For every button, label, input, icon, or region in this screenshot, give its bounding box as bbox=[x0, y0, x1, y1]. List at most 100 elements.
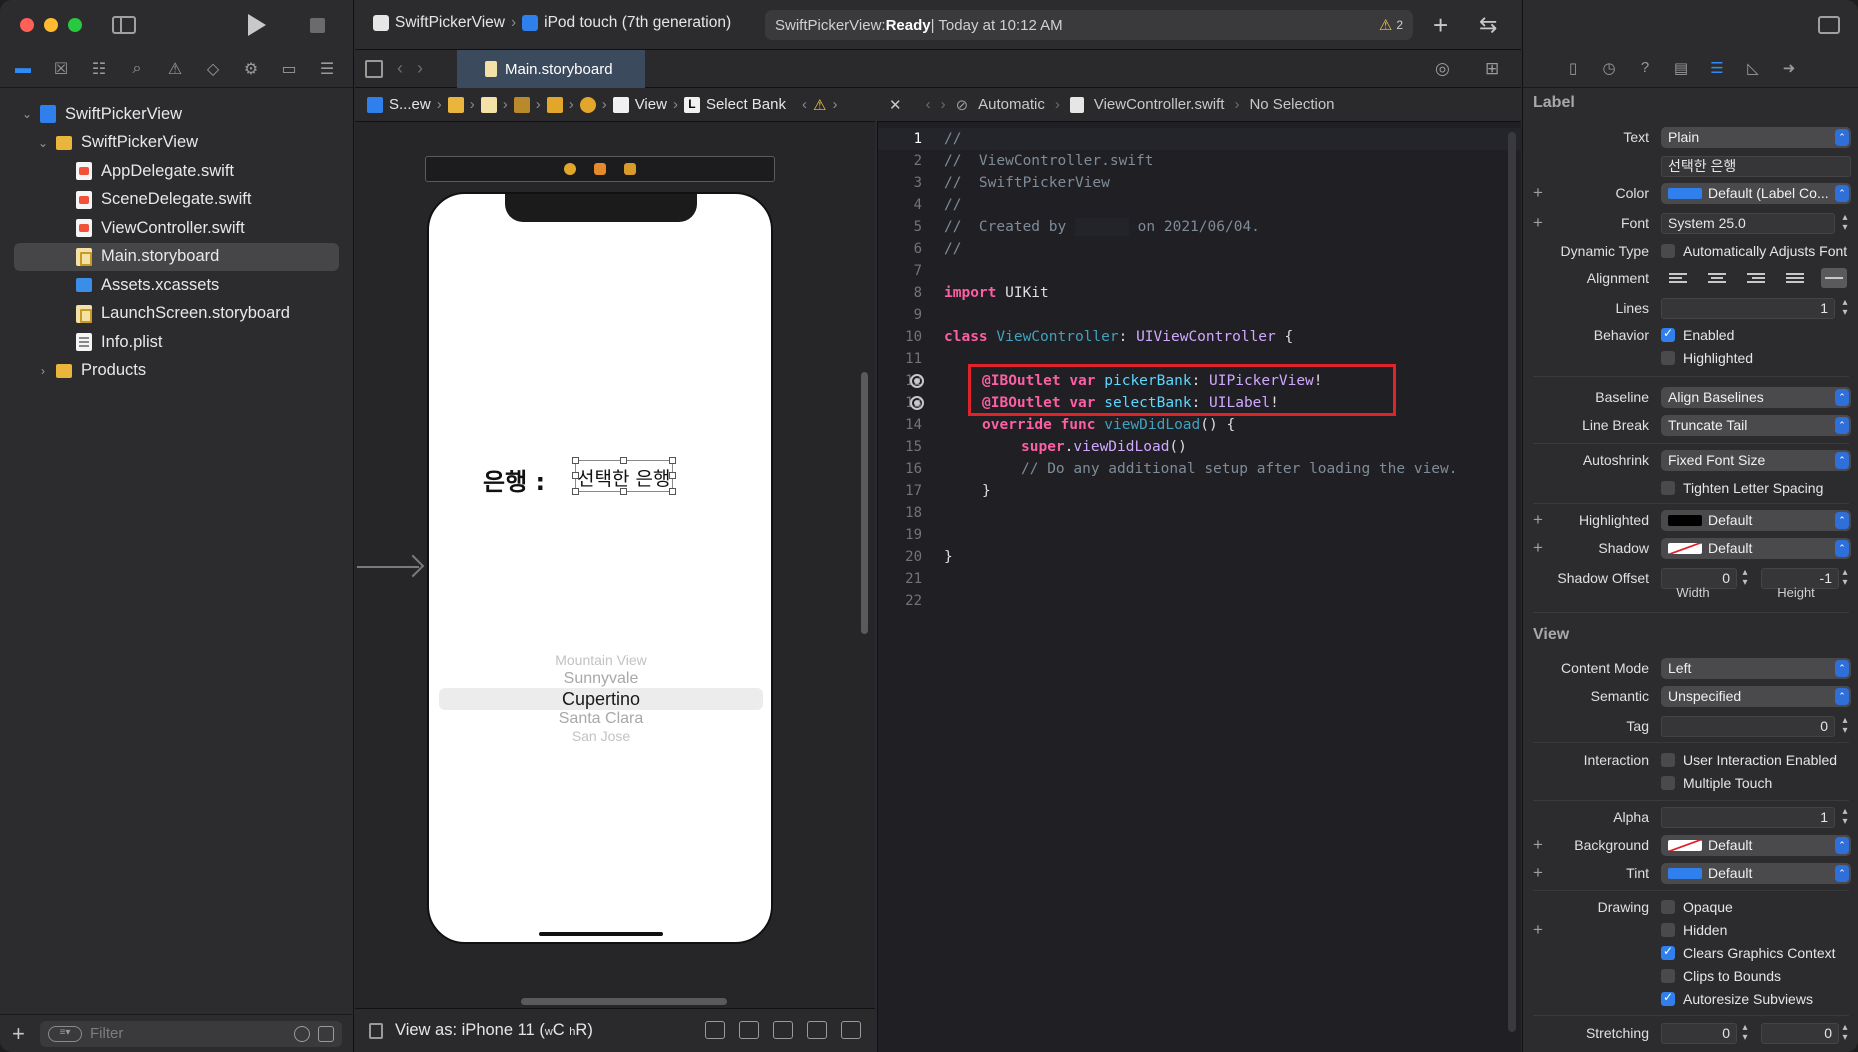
add-variation-icon[interactable]: + bbox=[1533, 863, 1543, 883]
jump-label[interactable]: Select Bank bbox=[706, 96, 786, 113]
inspector-toggle-icon[interactable] bbox=[1818, 16, 1840, 34]
multiple-touch-checkbox[interactable] bbox=[1661, 776, 1675, 790]
related-items-grid-icon[interactable] bbox=[365, 60, 383, 78]
report-icon[interactable]: ☰ bbox=[316, 58, 338, 80]
code-line[interactable]: 14 override func viewDidLoad() { bbox=[878, 414, 1522, 436]
resolve-issues-icon[interactable] bbox=[807, 1021, 827, 1039]
identity-inspector-icon[interactable]: ▤ bbox=[1671, 59, 1691, 79]
tree-item-file[interactable]: Info.plist bbox=[0, 328, 353, 357]
outlet-connection-icon[interactable] bbox=[910, 396, 924, 410]
code-line[interactable]: 10 class ViewController: UIViewController… bbox=[878, 326, 1522, 348]
resize-handle[interactable] bbox=[572, 472, 579, 479]
code-line[interactable]: 17} bbox=[878, 480, 1522, 502]
resize-handle[interactable] bbox=[669, 457, 676, 464]
warning-icon[interactable]: ⚠ bbox=[813, 96, 826, 114]
resize-handle[interactable] bbox=[572, 488, 579, 495]
semantic-popup[interactable]: Unspecified bbox=[1661, 685, 1851, 707]
tag-stepper[interactable]: ▴ ▾ bbox=[1839, 715, 1851, 737]
enabled-checkbox[interactable] bbox=[1661, 326, 1675, 342]
tree-item-group[interactable]: ⌄ SwiftPickerView bbox=[0, 129, 353, 158]
code-line[interactable]: 16 // Do any additional setup after loadi… bbox=[878, 458, 1522, 480]
assistant-code-editor[interactable]: 1 // 2 // ViewController.swift 3 // SwiftPi… bbox=[877, 122, 1522, 1052]
add-constraints-icon[interactable] bbox=[773, 1021, 793, 1039]
picker-row[interactable]: Mountain View bbox=[435, 652, 767, 670]
tree-item-project[interactable]: ⌄ SwiftPickerView bbox=[0, 100, 353, 129]
code-line[interactable]: 1 // bbox=[878, 128, 1522, 150]
tree-item-file[interactable]: SceneDelegate.swift bbox=[0, 186, 353, 215]
minimize-window-button[interactable] bbox=[44, 18, 58, 32]
picker-row[interactable]: San Jose bbox=[435, 728, 767, 746]
alpha-stepper[interactable]: ▴ ▾ bbox=[1839, 806, 1851, 828]
jump-mode[interactable]: Automatic bbox=[978, 96, 1045, 113]
add-variation-icon[interactable]: + bbox=[1533, 538, 1543, 558]
attributes-inspector-icon[interactable]: ☰ bbox=[1707, 59, 1727, 79]
add-variation-icon[interactable]: + bbox=[1533, 510, 1543, 530]
storyboard-file-icon[interactable] bbox=[480, 96, 497, 113]
code-line[interactable]: 19 bbox=[878, 524, 1522, 546]
file-inspector-icon[interactable]: ▯ bbox=[1563, 59, 1583, 79]
highlighted-color-popup[interactable]: Default bbox=[1661, 509, 1851, 531]
zoom-fit-icon[interactable] bbox=[705, 1021, 725, 1039]
lines-stepper[interactable]: ▴ ▾ bbox=[1839, 297, 1851, 319]
resize-handle[interactable] bbox=[669, 472, 676, 479]
editor-scrollbar[interactable] bbox=[1508, 132, 1516, 1032]
jump-file[interactable]: ViewController.swift bbox=[1094, 96, 1225, 113]
sidebar-toggle-icon[interactable] bbox=[112, 16, 136, 34]
align-justified-icon[interactable] bbox=[1782, 268, 1808, 288]
resize-handle[interactable] bbox=[669, 488, 676, 495]
disclosure-right-icon[interactable]: › bbox=[36, 364, 50, 378]
bank-title-label[interactable]: 은행 : bbox=[483, 462, 545, 497]
shadow-height-stepper[interactable]: ▴ ▾ bbox=[1839, 567, 1851, 589]
outlet-connection-icon[interactable] bbox=[910, 374, 924, 388]
folder-icon[interactable]: ▬ bbox=[12, 58, 34, 80]
debug-icon[interactable]: ⚙ bbox=[240, 58, 262, 80]
forward-arrow-icon[interactable]: › bbox=[941, 96, 946, 113]
history-inspector-icon[interactable]: ◷ bbox=[1599, 59, 1619, 79]
view-controller-icon[interactable] bbox=[564, 163, 576, 175]
font-field[interactable]: System 25.0 bbox=[1661, 212, 1835, 234]
dynamic-type-checkbox[interactable] bbox=[1661, 244, 1675, 258]
code-line[interactable]: 8 import UIKit bbox=[878, 282, 1522, 304]
align-natural-icon[interactable] bbox=[1821, 267, 1847, 288]
search-icon[interactable]: ⌕ bbox=[126, 58, 148, 80]
scheme-selector[interactable]: SwiftPickerView › iPod touch (7th genera… bbox=[373, 14, 731, 32]
opaque-checkbox[interactable] bbox=[1661, 900, 1675, 914]
align-right-icon[interactable] bbox=[1743, 268, 1769, 288]
alpha-field[interactable]: 1 bbox=[1661, 806, 1835, 828]
warning-icon[interactable]: ⚠ bbox=[1379, 16, 1392, 34]
canvas-vertical-scrollbar[interactable] bbox=[861, 372, 868, 634]
test-diamond-icon[interactable]: ◇ bbox=[202, 58, 224, 80]
tree-item-products[interactable]: › Products bbox=[0, 357, 353, 386]
content-mode-popup[interactable]: Left bbox=[1661, 657, 1851, 679]
scene-icon[interactable] bbox=[513, 96, 530, 113]
tag-field[interactable]: 0 bbox=[1661, 715, 1835, 737]
stretch-x-field[interactable]: 0 bbox=[1661, 1022, 1737, 1044]
baseline-popup[interactable]: Align Baselines bbox=[1661, 386, 1851, 408]
code-line[interactable]: 21 bbox=[878, 568, 1522, 590]
shadow-width-stepper[interactable]: ▴ ▾ bbox=[1739, 567, 1751, 589]
add-variation-icon[interactable]: + bbox=[1533, 920, 1543, 940]
embed-in-icon[interactable] bbox=[841, 1021, 861, 1039]
code-line[interactable]: 6 // bbox=[878, 238, 1522, 260]
text-content-field[interactable]: 선택한 은행 bbox=[1661, 155, 1851, 177]
code-line[interactable]: 20} bbox=[878, 546, 1522, 568]
jump-first[interactable]: S...ew bbox=[389, 96, 431, 113]
breakpoint-icon[interactable]: ▭ bbox=[278, 58, 300, 80]
tree-item-file[interactable]: AppDelegate.swift bbox=[0, 157, 353, 186]
interface-builder-canvas[interactable]: 은행 : 선택한 은행 Mountain View Sunnyvale Cupe… bbox=[355, 122, 875, 1008]
code-line[interactable]: 7 bbox=[878, 260, 1522, 282]
zoom-window-button[interactable] bbox=[68, 18, 82, 32]
autoshrink-popup[interactable]: Fixed Font Size bbox=[1661, 449, 1851, 471]
help-inspector-icon[interactable]: ? bbox=[1635, 59, 1655, 79]
recent-files-icon[interactable] bbox=[294, 1025, 310, 1042]
activity-status[interactable]: SwiftPickerView: Ready | Today at 10:12 … bbox=[765, 10, 1413, 40]
align-left-icon[interactable] bbox=[1665, 268, 1691, 288]
run-button[interactable] bbox=[248, 14, 266, 36]
symbol-icon[interactable]: ☷ bbox=[88, 58, 110, 80]
code-line[interactable]: 3 // SwiftPickerView bbox=[878, 172, 1522, 194]
bank-picker-view[interactable]: Mountain View Sunnyvale Cupertino Santa … bbox=[435, 652, 767, 746]
library-plus-button[interactable]: + bbox=[1433, 10, 1448, 41]
document-outline-toggle-icon[interactable] bbox=[369, 1022, 383, 1039]
jump-view[interactable]: View bbox=[635, 96, 667, 113]
stretch-y-field[interactable]: 0 bbox=[1761, 1022, 1839, 1044]
